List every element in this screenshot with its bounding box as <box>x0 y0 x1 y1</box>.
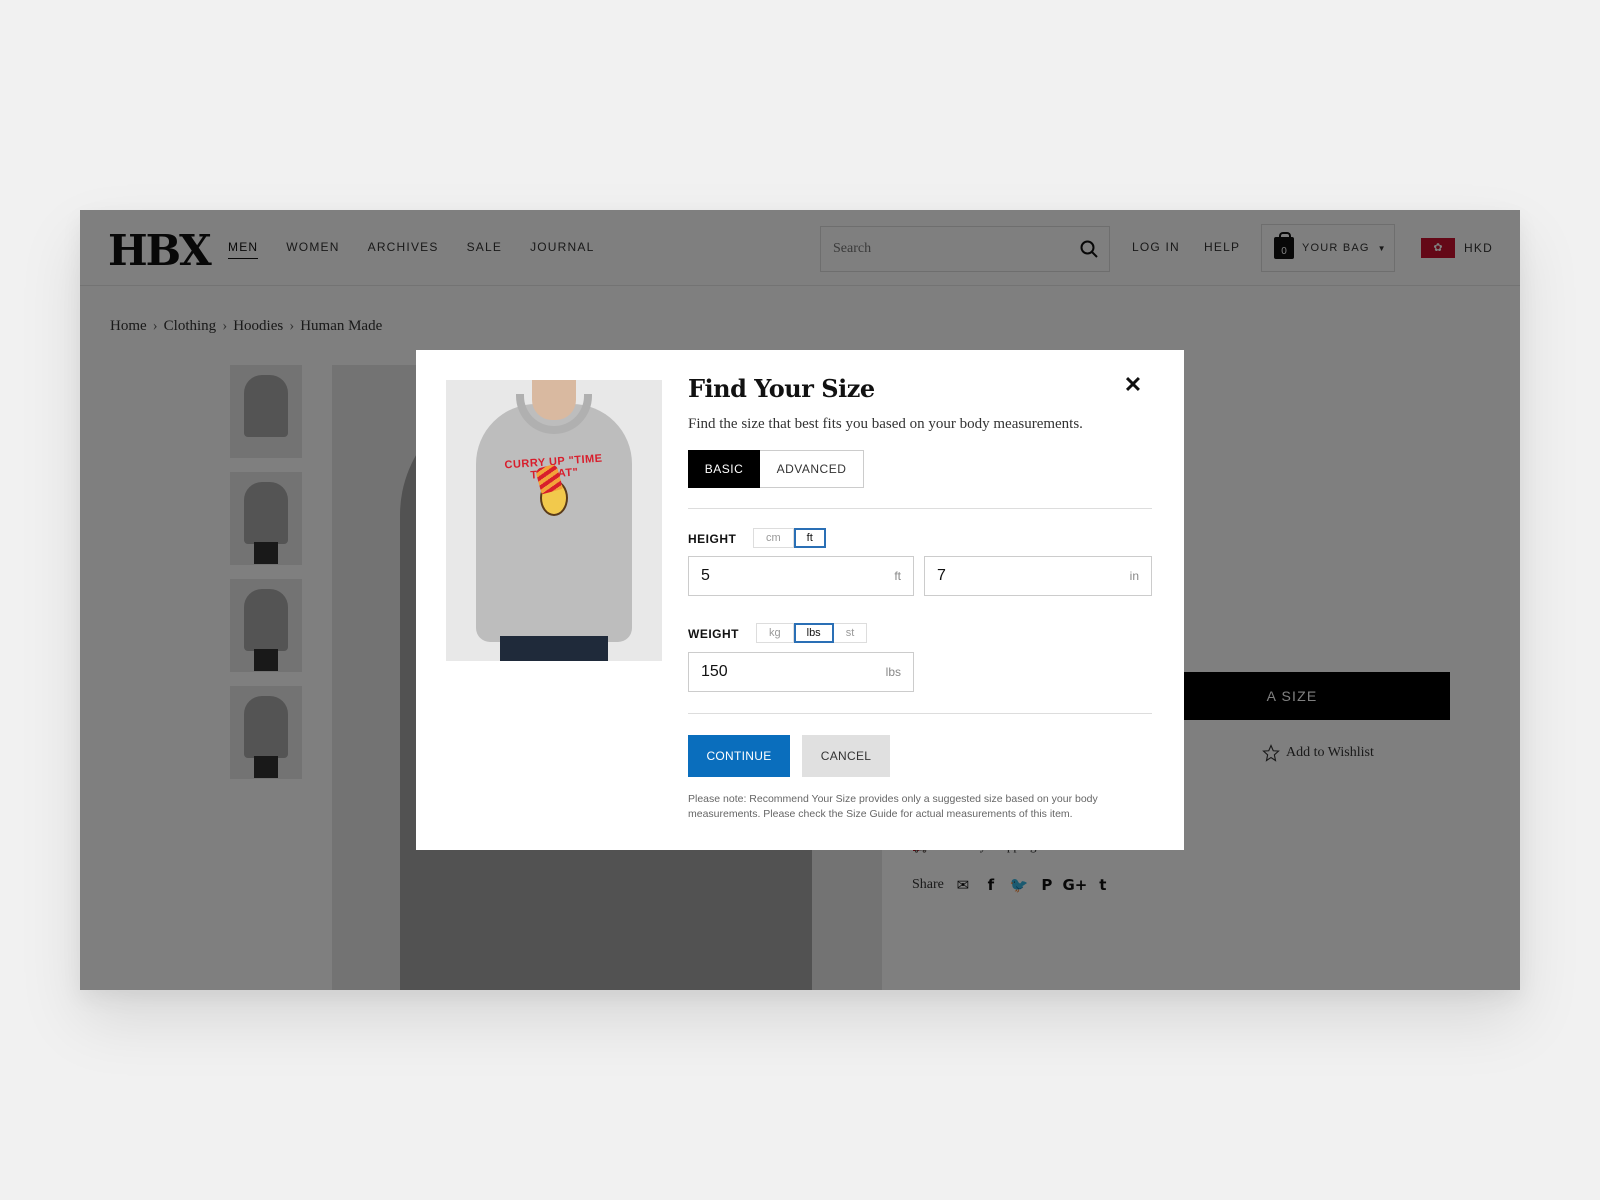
modal-product-image: CURRY UP "TIME TO EAT" <box>446 380 662 661</box>
height-unit-toggle: cm ft <box>753 528 826 548</box>
height-inches-input[interactable] <box>937 567 1130 585</box>
browser-window: HBX MEN WOMEN ARCHIVES SALE JOURNAL LOG … <box>80 210 1520 990</box>
modal-title: Find Your Size <box>688 374 875 403</box>
mode-tabs: BASIC ADVANCED <box>688 450 864 488</box>
weight-unit-toggle: kg lbs st <box>756 623 868 643</box>
height-label: HEIGHT <box>688 532 737 546</box>
height-feet-field[interactable]: ft <box>688 556 914 596</box>
feet-suffix: ft <box>894 569 901 583</box>
weight-label: WEIGHT <box>688 627 739 641</box>
find-your-size-modal: CURRY UP "TIME TO EAT" Find Your Size ✕ … <box>416 350 1184 850</box>
divider <box>688 713 1152 714</box>
weight-field[interactable]: lbs <box>688 652 914 692</box>
tab-advanced[interactable]: ADVANCED <box>760 450 864 488</box>
height-inches-field[interactable]: in <box>924 556 1152 596</box>
divider <box>688 508 1152 509</box>
continue-button[interactable]: CONTINUE <box>688 735 790 777</box>
unit-lbs[interactable]: lbs <box>793 623 834 643</box>
unit-cm[interactable]: cm <box>753 528 794 548</box>
model-head-shape <box>532 380 576 420</box>
disclaimer-note: Please note: Recommend Your Size provide… <box>688 793 1098 820</box>
weight-input[interactable] <box>701 663 886 681</box>
inches-suffix: in <box>1129 569 1139 583</box>
tab-basic[interactable]: BASIC <box>688 450 760 488</box>
cancel-button[interactable]: CANCEL <box>802 735 890 777</box>
unit-kg[interactable]: kg <box>756 623 794 643</box>
hoodie-shape <box>476 404 632 642</box>
modal-subtitle: Find the size that best fits you based o… <box>688 416 1083 432</box>
unit-ft[interactable]: ft <box>793 528 826 548</box>
jeans-shape <box>500 636 608 661</box>
unit-st[interactable]: st <box>833 623 868 643</box>
weight-suffix: lbs <box>885 665 901 679</box>
close-icon[interactable]: ✕ <box>1122 374 1144 396</box>
height-feet-input[interactable] <box>701 567 895 585</box>
